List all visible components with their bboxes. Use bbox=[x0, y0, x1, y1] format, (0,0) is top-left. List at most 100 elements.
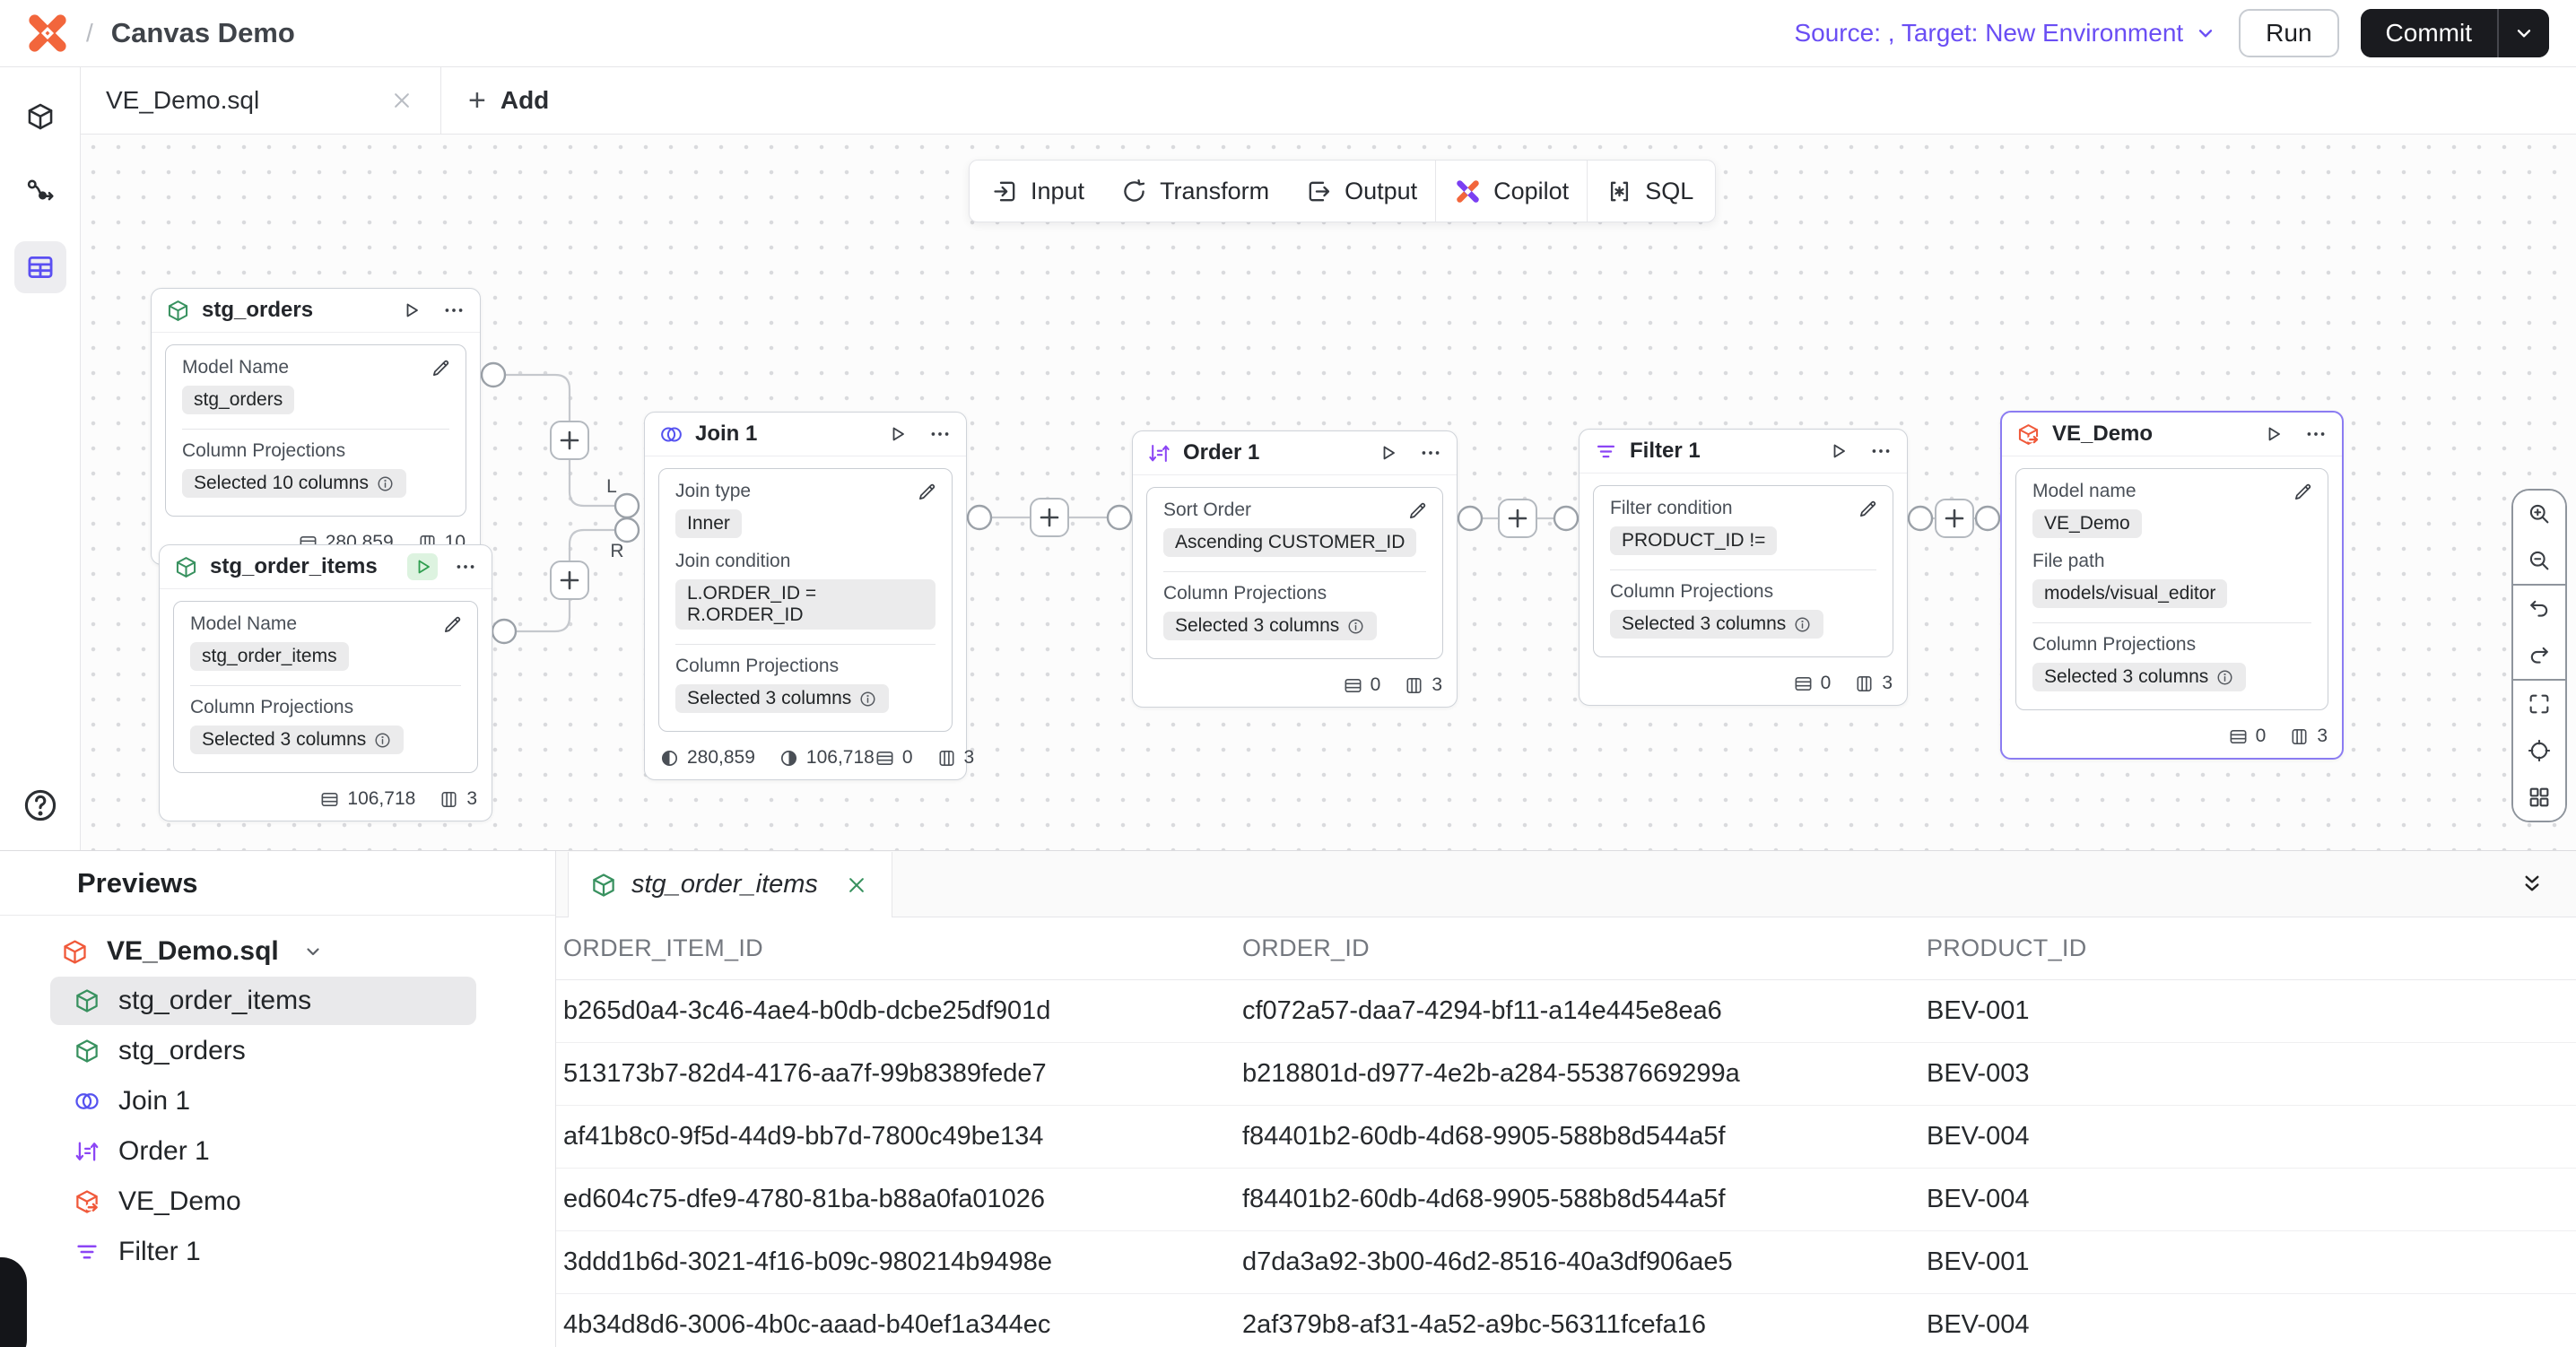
output-handle[interactable] bbox=[482, 363, 505, 387]
redo-button[interactable] bbox=[2513, 632, 2565, 679]
field-value-chip[interactable]: Selected 3 columns bbox=[675, 684, 889, 713]
toolbar-output-button[interactable]: Output bbox=[1287, 161, 1435, 222]
tree-item-join-1[interactable]: Join 1 bbox=[50, 1077, 476, 1125]
node-play-button[interactable] bbox=[396, 297, 426, 324]
node-play-button[interactable] bbox=[1372, 439, 1403, 466]
node-menu-button[interactable] bbox=[442, 299, 466, 322]
table-row[interactable]: af41b8c0-9f5d-44d9-bb7d-7800c49be134f844… bbox=[556, 1106, 2576, 1169]
close-icon[interactable] bbox=[843, 872, 870, 899]
fit-button[interactable] bbox=[2513, 681, 2565, 727]
collapse-panel-button[interactable] bbox=[2519, 871, 2546, 898]
node-stg_order_items[interactable]: stg_order_itemsModel Namestg_order_items… bbox=[159, 544, 492, 821]
node-filter-1[interactable]: Filter 1Filter conditionPRODUCT_ID !=Col… bbox=[1579, 429, 1908, 706]
input-handle[interactable] bbox=[1554, 507, 1578, 530]
node-join-1[interactable]: Join 1Join typeInnerJoin conditionL.ORDE… bbox=[644, 412, 967, 780]
input-handle-right[interactable] bbox=[615, 518, 639, 542]
zoom-in-button[interactable] bbox=[2513, 491, 2565, 537]
add-step-button[interactable] bbox=[1031, 499, 1068, 536]
table-row[interactable]: 3ddd1b6d-3021-4f16-b09c-980214b9498ed7da… bbox=[556, 1231, 2576, 1294]
node-play-button[interactable] bbox=[407, 553, 438, 580]
edit-pencil-icon[interactable] bbox=[2292, 480, 2315, 503]
field-value-chip[interactable]: Selected 3 columns bbox=[1610, 610, 1823, 639]
field-value-chip[interactable]: Selected 3 columns bbox=[1163, 612, 1377, 640]
tree-item-stg-orders[interactable]: stg_orders bbox=[50, 1027, 476, 1075]
info-icon[interactable] bbox=[376, 474, 395, 493]
field-value-chip[interactable]: Selected 10 columns bbox=[182, 469, 406, 498]
node-order-1[interactable]: Order 1Sort OrderAscending CUSTOMER_IDCo… bbox=[1132, 430, 1458, 708]
toolbar-sql-button[interactable]: SQL bbox=[1588, 161, 1711, 222]
table-row[interactable]: 4b34d8d6-3006-4b0c-aaad-b40ef1a344ec2af3… bbox=[556, 1294, 2576, 1347]
help-button[interactable] bbox=[21, 786, 60, 825]
table-row[interactable]: b265d0a4-3c46-4ae4-b0db-dcbe25df901dcf07… bbox=[556, 980, 2576, 1043]
node-play-button[interactable] bbox=[2258, 421, 2288, 448]
input-handle[interactable] bbox=[1976, 507, 1999, 530]
output-handle[interactable] bbox=[1909, 507, 1932, 530]
edit-pencil-icon[interactable] bbox=[441, 613, 465, 636]
info-icon[interactable] bbox=[1346, 617, 1365, 636]
add-step-button[interactable] bbox=[551, 561, 588, 599]
edit-pencil-icon[interactable] bbox=[1857, 497, 1880, 520]
rail-preview-table-button[interactable] bbox=[14, 241, 66, 293]
input-handle[interactable] bbox=[1108, 506, 1131, 529]
undo-button[interactable] bbox=[2513, 586, 2565, 632]
commit-dropdown-button[interactable] bbox=[2497, 9, 2549, 57]
field-value-chip[interactable]: stg_order_items bbox=[190, 642, 349, 671]
field-value-chip[interactable]: PRODUCT_ID != bbox=[1610, 526, 1777, 555]
info-icon[interactable] bbox=[2215, 668, 2234, 687]
dbt-logo-icon[interactable] bbox=[27, 13, 68, 54]
add-tab-button[interactable]: + Add bbox=[441, 67, 576, 134]
tree-root-ve-demo-sql[interactable]: VE_Demo.sql bbox=[0, 928, 555, 975]
node-menu-button[interactable] bbox=[2304, 422, 2328, 446]
field-value-chip[interactable]: Inner bbox=[675, 509, 742, 538]
node-menu-button[interactable] bbox=[1869, 439, 1893, 463]
zoom-out-button[interactable] bbox=[2513, 537, 2565, 584]
file-tab[interactable]: VE_Demo.sql bbox=[81, 67, 441, 134]
preview-tab[interactable]: stg_order_items bbox=[568, 852, 892, 917]
toolbar-copilot-button[interactable]: Copilot bbox=[1436, 161, 1587, 222]
node-menu-button[interactable] bbox=[928, 422, 952, 446]
node-menu-button[interactable] bbox=[454, 555, 477, 578]
field-value-chip[interactable]: Selected 3 columns bbox=[190, 726, 404, 754]
field-value-chip[interactable]: models/visual_editor bbox=[2032, 579, 2227, 608]
locate-button[interactable] bbox=[2513, 727, 2565, 774]
toolbar-transform-button[interactable]: Transform bbox=[1102, 161, 1287, 222]
field-value-chip[interactable]: stg_orders bbox=[182, 386, 294, 414]
add-step-button[interactable] bbox=[1936, 500, 1973, 537]
rail-lineage-button[interactable] bbox=[14, 166, 66, 218]
table-row[interactable]: ed604c75-dfe9-4780-81ba-b88a0fa01026f844… bbox=[556, 1169, 2576, 1231]
input-handle-left[interactable] bbox=[615, 494, 639, 517]
node-ve-demo[interactable]: VE_DemoModel nameVE_DemoFile pathmodels/… bbox=[2000, 411, 2344, 760]
tree-item-stg-order-items[interactable]: stg_order_items bbox=[50, 977, 476, 1025]
field-value-chip[interactable]: VE_Demo bbox=[2032, 509, 2142, 538]
add-step-button[interactable] bbox=[1499, 500, 1536, 537]
edit-pencil-icon[interactable] bbox=[1406, 499, 1430, 522]
close-icon[interactable] bbox=[388, 87, 415, 114]
node-menu-button[interactable] bbox=[1419, 441, 1442, 465]
edit-pencil-icon[interactable] bbox=[430, 356, 453, 379]
tree-item-ve-demo[interactable]: VE_Demo bbox=[50, 1178, 476, 1226]
chevron-down-icon[interactable] bbox=[302, 941, 324, 962]
rail-models-button[interactable] bbox=[14, 91, 66, 143]
output-handle[interactable] bbox=[1458, 507, 1482, 530]
field-value-chip[interactable]: Ascending CUSTOMER_ID bbox=[1163, 528, 1416, 557]
canvas[interactable]: L R InputTransformOutputCopilotSQL stg_o… bbox=[81, 135, 2576, 850]
info-icon[interactable] bbox=[858, 690, 877, 708]
output-handle[interactable] bbox=[492, 620, 516, 643]
table-row[interactable]: 513173b7-82d4-4176-aa7f-99b8389fede7b218… bbox=[556, 1043, 2576, 1106]
node-play-button[interactable] bbox=[882, 421, 912, 448]
add-step-button[interactable] bbox=[551, 421, 588, 459]
node-play-button[interactable] bbox=[1823, 438, 1853, 465]
node-stg_orders[interactable]: stg_ordersModel Namestg_ordersColumn Pro… bbox=[151, 288, 481, 565]
tree-item-order-1[interactable]: Order 1 bbox=[50, 1127, 476, 1176]
field-value-chip[interactable]: L.ORDER_ID = R.ORDER_ID bbox=[675, 579, 936, 630]
commit-button[interactable]: Commit bbox=[2361, 9, 2497, 57]
toolbar-input-button[interactable]: Input bbox=[973, 161, 1102, 222]
tree-item-filter-1[interactable]: Filter 1 bbox=[50, 1228, 476, 1276]
output-handle[interactable] bbox=[968, 506, 991, 529]
edit-pencil-icon[interactable] bbox=[916, 480, 939, 503]
field-value-chip[interactable]: Selected 3 columns bbox=[2032, 663, 2246, 691]
info-icon[interactable] bbox=[1793, 615, 1812, 634]
run-button[interactable]: Run bbox=[2239, 9, 2338, 57]
grid-button[interactable] bbox=[2513, 774, 2565, 821]
environment-selector[interactable]: Source: , Target: New Environment bbox=[1794, 19, 2217, 48]
